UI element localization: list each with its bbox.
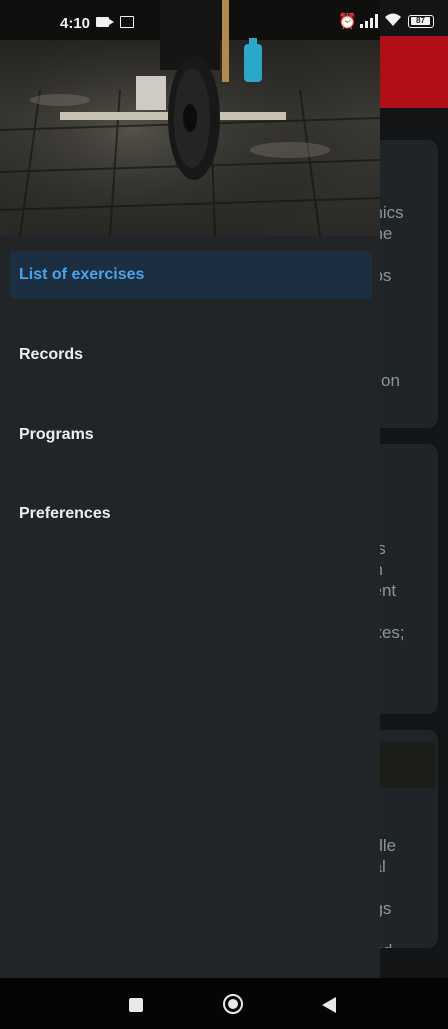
menu-item-preferences[interactable]: Preferences	[10, 490, 372, 538]
menu-item-label: Records	[19, 346, 84, 363]
home-button[interactable]	[203, 978, 263, 1029]
menu-item-programs[interactable]: Programs	[10, 411, 372, 459]
recents-button[interactable]	[106, 978, 166, 1029]
home-icon	[223, 994, 243, 1014]
app-toolbar	[380, 36, 448, 108]
sim-icon	[120, 16, 134, 28]
alarm-off-icon: ⏰	[338, 13, 357, 30]
back-icon	[322, 997, 336, 1013]
battery-icon: 87	[408, 15, 434, 28]
recents-icon	[129, 998, 143, 1012]
menu-item-label: Preferences	[19, 505, 111, 522]
back-button[interactable]	[298, 978, 358, 1029]
signal-icon	[359, 14, 379, 32]
video-icon	[96, 17, 114, 27]
navigation-drawer: List of exercises Records Programs Prefe…	[0, 0, 380, 978]
system-nav-bar	[0, 978, 448, 1029]
status-time: 4:10	[60, 15, 91, 32]
menu-item-label: List of exercises	[19, 266, 145, 283]
menu-item-records[interactable]: Records	[10, 331, 372, 379]
wifi-icon	[384, 12, 402, 31]
menu-item-list-of-exercises[interactable]: List of exercises	[10, 251, 372, 299]
status-bar: 4:10 ⏰ 87	[0, 0, 448, 44]
menu-item-label: Programs	[19, 426, 94, 443]
battery-level: 87	[411, 17, 430, 25]
